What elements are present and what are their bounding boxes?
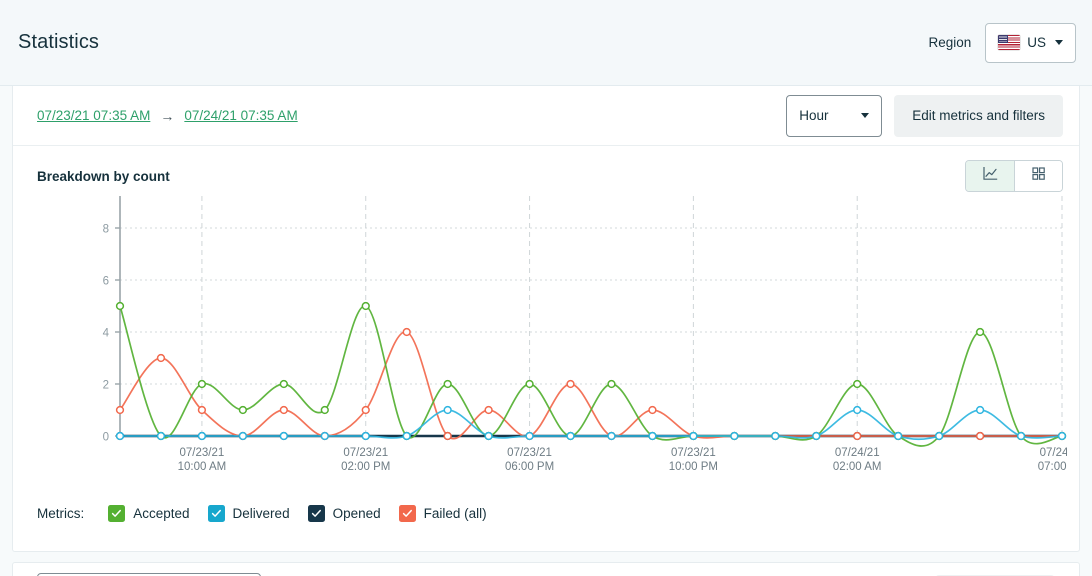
date-from-link[interactable]: 07/23/21 07:35 AM (37, 108, 150, 123)
next-card (12, 562, 1080, 576)
metric-toggle-delivered[interactable]: Delivered (208, 505, 290, 522)
checkbox-checked-icon (399, 505, 416, 522)
svg-text:02:00 PM: 02:00 PM (341, 461, 390, 473)
svg-text:8: 8 (103, 224, 109, 236)
svg-text:10:00 AM: 10:00 AM (178, 461, 227, 473)
chevron-down-icon (1055, 40, 1063, 45)
page-title: Statistics (18, 31, 99, 54)
date-to-link[interactable]: 07/24/21 07:35 AM (184, 108, 297, 123)
svg-text:07/23/21: 07/23/21 (671, 447, 716, 459)
view-toggle-grid[interactable] (1014, 161, 1062, 191)
region-value: US (1027, 35, 1046, 50)
statistics-page: Statistics Region US 07/23/21 07:35 AM →… (0, 0, 1092, 576)
markers-accepted (117, 303, 1066, 440)
view-toggle-chart[interactable] (966, 161, 1014, 191)
chart-area: 0 2 4 6 8 07/23/21 10:00 AM 07/23/21 02:00 PM 07/… (13, 192, 1079, 484)
view-toggle (965, 160, 1063, 192)
statistics-card: 07/23/21 07:35 AM → 07/24/21 07:35 AM Ho… (12, 86, 1080, 552)
grid-icon (1030, 165, 1047, 187)
page-header: Statistics Region US (0, 0, 1092, 86)
region-label: Region (928, 35, 971, 50)
metric-toggle-failed-all[interactable]: Failed (all) (399, 505, 487, 522)
metric-label: Accepted (133, 506, 189, 521)
metrics-legend: Metrics: Accepted Delivered Opened Failed (… (13, 490, 1079, 536)
metrics-list: Accepted Delivered Opened Failed (all) (108, 505, 504, 522)
svg-text:07/23/21: 07/23/21 (343, 447, 388, 459)
chart-title: Breakdown by count (37, 169, 170, 184)
metric-label: Opened (333, 506, 381, 521)
interval-select[interactable]: Hour (786, 95, 882, 137)
svg-text:07:00 AM: 07:00 AM (1038, 461, 1067, 473)
metric-toggle-accepted[interactable]: Accepted (108, 505, 189, 522)
checkbox-checked-icon (308, 505, 325, 522)
svg-text:07/24/21: 07/24/21 (835, 447, 880, 459)
checkbox-checked-icon (108, 505, 125, 522)
interval-select-value: Hour (799, 108, 828, 123)
svg-text:07/23/21: 07/23/21 (180, 447, 225, 459)
metric-label: Failed (all) (424, 506, 487, 521)
metric-label: Delivered (233, 506, 290, 521)
breakdown-line-chart[interactable]: 0 2 4 6 8 07/23/21 10:00 AM 07/23/21 02:00 PM 07/… (27, 194, 1067, 484)
svg-text:0: 0 (103, 432, 109, 444)
metrics-label: Metrics: (37, 506, 84, 521)
svg-text:07/24/21: 07/24/21 (1040, 447, 1067, 459)
svg-text:6: 6 (103, 276, 109, 288)
svg-text:4: 4 (103, 328, 110, 340)
chevron-down-icon (861, 113, 869, 118)
series-failed-all (120, 332, 1062, 439)
region-select[interactable]: US (985, 23, 1076, 63)
svg-text:07/23/21: 07/23/21 (507, 447, 552, 459)
svg-text:2: 2 (103, 380, 109, 392)
date-range: 07/23/21 07:35 AM → 07/24/21 07:35 AM (37, 108, 298, 124)
svg-text:10:00 PM: 10:00 PM (669, 461, 718, 473)
toolbar-right: Hour Edit metrics and filters (786, 95, 1063, 137)
header-right-controls: Region US (928, 23, 1076, 63)
metric-toggle-opened[interactable]: Opened (308, 505, 381, 522)
arrow-right-icon: → (160, 108, 174, 124)
us-flag-icon (998, 35, 1020, 50)
chart-header: Breakdown by count (13, 146, 1079, 192)
line-chart-icon (982, 165, 999, 187)
edit-metrics-and-filters-button[interactable]: Edit metrics and filters (894, 95, 1063, 137)
checkbox-checked-icon (208, 505, 225, 522)
svg-text:02:00 AM: 02:00 AM (833, 461, 882, 473)
chart-toolbar: 07/23/21 07:35 AM → 07/24/21 07:35 AM Ho… (13, 86, 1079, 146)
svg-text:06:00 PM: 06:00 PM (505, 461, 554, 473)
